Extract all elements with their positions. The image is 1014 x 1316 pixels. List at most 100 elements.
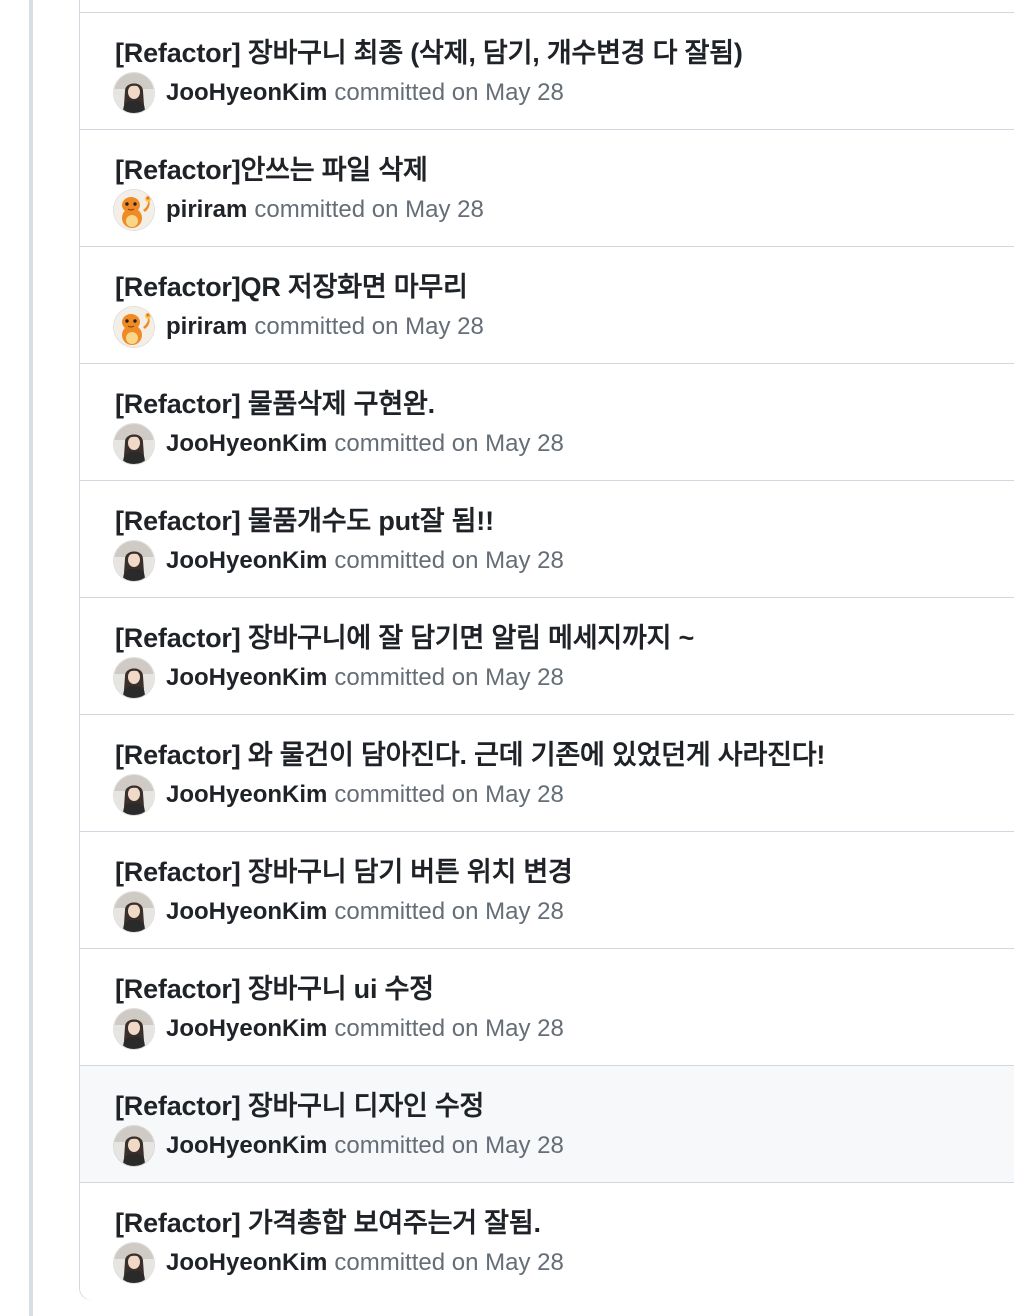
commit-list: [Refactor] 장바구니 최종 (삭제, 담기, 개수변경 다 잘됨) J… — [79, 0, 1014, 1300]
commit-row[interactable]: [Refactor] 물품삭제 구현완. JooHyeonKim committ… — [80, 364, 1014, 481]
author-avatar[interactable] — [114, 892, 154, 932]
orange-dragon-icon — [114, 190, 154, 230]
author-avatar[interactable] — [114, 307, 154, 347]
commit-row[interactable]: [Refactor]안쓰는 파일 삭제 piriram committed on… — [80, 130, 1014, 247]
commit-row[interactable]: [Refactor] 장바구니 최종 (삭제, 담기, 개수변경 다 잘됨) J… — [80, 13, 1014, 130]
commit-message-link[interactable]: [Refactor] 물품개수도 put잘 됨!! — [115, 499, 494, 538]
author-avatar[interactable] — [114, 775, 154, 815]
commit-date-text: committed on May 28 — [334, 898, 563, 926]
commit-date-text: committed on May 28 — [334, 547, 563, 575]
commit-message-link[interactable]: [Refactor] 장바구니 담기 버튼 위치 변경 — [115, 850, 573, 889]
timeline-line — [29, 0, 33, 1316]
commit-date: on May 28 — [451, 79, 564, 106]
person-photo-icon — [114, 658, 154, 698]
author-link[interactable]: piriram — [166, 196, 247, 224]
commit-date-text: committed on May 28 — [334, 430, 563, 458]
author-link[interactable]: JooHyeonKim — [166, 1015, 327, 1043]
commit-message-link[interactable]: [Refactor] 장바구니에 잘 담기면 알림 메세지까지 ~ — [115, 616, 694, 655]
commit-meta: JooHyeonKim committed on May 28 — [114, 658, 564, 698]
author-avatar[interactable] — [114, 424, 154, 464]
committed-verb: committed — [254, 313, 366, 340]
committed-verb: committed — [334, 1249, 446, 1276]
author-avatar[interactable] — [114, 1243, 154, 1283]
person-photo-icon — [114, 1243, 154, 1283]
commit-meta: JooHyeonKim committed on May 28 — [114, 541, 564, 581]
committed-verb: committed — [334, 898, 446, 925]
commit-row[interactable]: [Refactor] 가격총합 보여주는거 잘됨. JooHyeonKim co… — [80, 1183, 1014, 1300]
commit-date: on May 28 — [451, 1132, 564, 1159]
committed-verb: committed — [334, 547, 446, 574]
author-link[interactable]: JooHyeonKim — [166, 898, 327, 926]
commit-row[interactable]: [Refactor] 장바구니에 잘 담기면 알림 메세지까지 ~ JooHye… — [80, 598, 1014, 715]
commit-message-link[interactable]: [Refactor] 와 물건이 담아진다. 근데 기존에 있었던게 사라진다! — [115, 733, 825, 772]
committed-verb: committed — [334, 1015, 446, 1042]
committed-verb: committed — [254, 196, 366, 223]
commit-row[interactable]: [Refactor] 와 물건이 담아진다. 근데 기존에 있었던게 사라진다!… — [80, 715, 1014, 832]
author-link[interactable]: JooHyeonKim — [166, 664, 327, 692]
commit-meta: JooHyeonKim committed on May 28 — [114, 1126, 564, 1166]
person-photo-icon — [114, 424, 154, 464]
previous-commit-row-edge — [80, 0, 1014, 13]
commit-date: on May 28 — [371, 196, 484, 223]
commit-date: on May 28 — [371, 313, 484, 340]
commit-date: on May 28 — [451, 781, 564, 808]
commit-date: on May 28 — [451, 898, 564, 925]
commit-date: on May 28 — [451, 547, 564, 574]
commit-date: on May 28 — [451, 1249, 564, 1276]
commit-row[interactable]: [Refactor] 장바구니 디자인 수정 JooHyeonKim commi… — [80, 1066, 1014, 1183]
commit-meta: JooHyeonKim committed on May 28 — [114, 1243, 564, 1283]
commit-history-page: [Refactor] 장바구니 최종 (삭제, 담기, 개수변경 다 잘됨) J… — [0, 0, 1014, 1316]
commit-date-text: committed on May 28 — [334, 1249, 563, 1277]
commit-meta: JooHyeonKim committed on May 28 — [114, 1009, 564, 1049]
orange-dragon-icon — [114, 307, 154, 347]
committed-verb: committed — [334, 664, 446, 691]
person-photo-icon — [114, 1126, 154, 1166]
commit-message-link[interactable]: [Refactor]QR 저장화면 마무리 — [115, 265, 468, 304]
commit-message-link[interactable]: [Refactor]안쓰는 파일 삭제 — [115, 148, 428, 187]
committed-verb: committed — [334, 79, 446, 106]
commit-date-text: committed on May 28 — [334, 79, 563, 107]
author-avatar[interactable] — [114, 541, 154, 581]
author-link[interactable]: JooHyeonKim — [166, 547, 327, 575]
person-photo-icon — [114, 73, 154, 113]
author-link[interactable]: piriram — [166, 313, 247, 341]
author-link[interactable]: JooHyeonKim — [166, 1249, 327, 1277]
commit-date-text: committed on May 28 — [334, 1015, 563, 1043]
author-avatar[interactable] — [114, 73, 154, 113]
commit-message-link[interactable]: [Refactor] 장바구니 디자인 수정 — [115, 1084, 484, 1123]
commit-message-link[interactable]: [Refactor] 물품삭제 구현완. — [115, 382, 435, 421]
author-link[interactable]: JooHyeonKim — [166, 430, 327, 458]
committed-verb: committed — [334, 430, 446, 457]
commit-rows: [Refactor] 장바구니 최종 (삭제, 담기, 개수변경 다 잘됨) J… — [80, 13, 1014, 1300]
commit-date: on May 28 — [451, 664, 564, 691]
commit-meta: piriram committed on May 28 — [114, 307, 484, 347]
committed-verb: committed — [334, 1132, 446, 1159]
commit-message-link[interactable]: [Refactor] 장바구니 ui 수정 — [115, 967, 434, 1006]
commit-meta: JooHyeonKim committed on May 28 — [114, 73, 564, 113]
author-avatar[interactable] — [114, 658, 154, 698]
author-link[interactable]: JooHyeonKim — [166, 1132, 327, 1160]
person-photo-icon — [114, 1009, 154, 1049]
commit-meta: piriram committed on May 28 — [114, 190, 484, 230]
person-photo-icon — [114, 892, 154, 932]
committed-verb: committed — [334, 781, 446, 808]
commit-date-text: committed on May 28 — [334, 664, 563, 692]
commit-meta: JooHyeonKim committed on May 28 — [114, 892, 564, 932]
commit-row[interactable]: [Refactor] 장바구니 담기 버튼 위치 변경 JooHyeonKim … — [80, 832, 1014, 949]
author-avatar[interactable] — [114, 1009, 154, 1049]
commit-row[interactable]: [Refactor] 물품개수도 put잘 됨!! JooHyeonKim co… — [80, 481, 1014, 598]
commit-row[interactable]: [Refactor] 장바구니 ui 수정 JooHyeonKim commit… — [80, 949, 1014, 1066]
commit-date: on May 28 — [451, 430, 564, 457]
commit-date-text: committed on May 28 — [254, 313, 483, 341]
commit-row[interactable]: [Refactor]QR 저장화면 마무리 piriram committed … — [80, 247, 1014, 364]
commit-date-text: committed on May 28 — [334, 1132, 563, 1160]
author-avatar[interactable] — [114, 190, 154, 230]
commit-date-text: committed on May 28 — [334, 781, 563, 809]
person-photo-icon — [114, 775, 154, 815]
commit-date: on May 28 — [451, 1015, 564, 1042]
author-link[interactable]: JooHyeonKim — [166, 781, 327, 809]
author-link[interactable]: JooHyeonKim — [166, 79, 327, 107]
commit-message-link[interactable]: [Refactor] 가격총합 보여주는거 잘됨. — [115, 1201, 541, 1240]
author-avatar[interactable] — [114, 1126, 154, 1166]
commit-message-link[interactable]: [Refactor] 장바구니 최종 (삭제, 담기, 개수변경 다 잘됨) — [115, 31, 743, 70]
